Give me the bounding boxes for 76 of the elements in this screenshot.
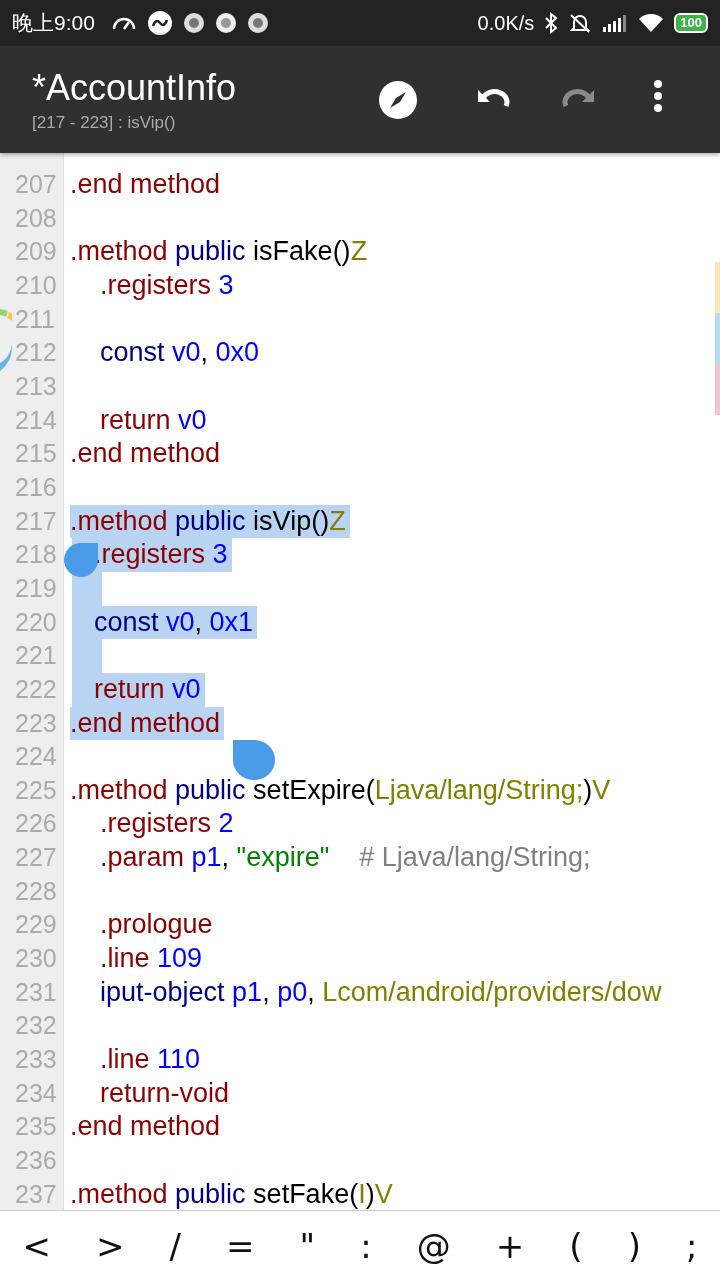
- app-notification-icon: [214, 12, 237, 34]
- line-number: 212: [14, 337, 58, 369]
- code-line: .method public setFake(I)V: [70, 1177, 393, 1210]
- line-number: 209: [14, 236, 58, 268]
- clock-time: 晚上9:00: [12, 10, 95, 36]
- selection-handle[interactable]: [233, 740, 275, 780]
- symbol-key[interactable]: <: [16, 1226, 57, 1266]
- code-line: .line 109: [99, 942, 203, 976]
- symbol-key[interactable]: ": [293, 1226, 322, 1266]
- line-number: 217: [14, 505, 58, 537]
- code-line: .line 110: [99, 1043, 201, 1077]
- app-notification-icon: [182, 12, 205, 34]
- line-number: 230: [14, 943, 58, 975]
- symbol-key[interactable]: ;: [679, 1226, 704, 1266]
- line-number: 211: [14, 303, 56, 335]
- bluetooth-icon: [544, 12, 559, 34]
- line-number: 227: [14, 842, 58, 874]
- symbol-key[interactable]: :: [354, 1226, 378, 1266]
- line-number: 221: [14, 640, 58, 672]
- selection-handle[interactable]: [64, 543, 98, 577]
- code-line: .method public setExpire(Ljava/lang/String;)V: [70, 773, 611, 807]
- code-line: iput-object p1, p0, Lcom/android/providers/dow: [99, 975, 662, 1009]
- line-number: 228: [14, 875, 58, 907]
- wifi-icon: [638, 13, 665, 33]
- code-line: .end method: [70, 1110, 221, 1144]
- line-number: 226: [14, 808, 58, 840]
- symbol-key[interactable]: @: [410, 1226, 457, 1266]
- line-number: 236: [14, 1145, 58, 1177]
- code-line: return-void: [99, 1076, 230, 1110]
- line-number: 216: [14, 471, 58, 503]
- code-line: .prologue: [99, 908, 213, 942]
- code-line: return v0: [99, 403, 207, 437]
- symbol-key[interactable]: >: [90, 1226, 131, 1266]
- line-number: 234: [14, 1077, 58, 1109]
- app-notification-icon: [246, 12, 269, 34]
- line-number: 218: [14, 539, 58, 571]
- line-number: 207: [14, 169, 58, 200]
- line-number: 232: [14, 1010, 58, 1042]
- line-number: 231: [14, 976, 58, 1008]
- code-line: .param p1, "expire" # Ljava/lang/String;: [99, 841, 591, 875]
- line-number: 213: [14, 370, 58, 402]
- line-number: 224: [14, 741, 58, 773]
- more-icon: [654, 79, 662, 112]
- line-number: 225: [14, 774, 58, 806]
- signal-icon: [602, 13, 629, 33]
- compass-button[interactable]: [378, 79, 418, 120]
- symbol-key[interactable]: +: [489, 1226, 531, 1266]
- selection-range: [217 - 223] : isVip(): [32, 112, 177, 133]
- line-number: 229: [14, 909, 58, 941]
- line-number: 233: [14, 1044, 58, 1076]
- line-number: 208: [14, 202, 58, 234]
- network-speed: 0.0K/s: [477, 11, 535, 35]
- line-number: 235: [14, 1111, 58, 1143]
- line-number: 219: [14, 572, 58, 604]
- battery-indicator: 100: [674, 13, 708, 33]
- symbol-key[interactable]: /: [163, 1226, 188, 1266]
- line-number: 223: [14, 707, 58, 739]
- line-number: 210: [14, 269, 58, 301]
- muted-bell-icon: [568, 12, 593, 34]
- line-number: 222: [14, 673, 58, 705]
- line-number: 220: [14, 606, 58, 638]
- code-line: .registers 2: [99, 807, 234, 841]
- app-notification-icon: [146, 10, 173, 36]
- code-line: .method public isFake()Z: [70, 235, 368, 269]
- symbol-key[interactable]: ): [621, 1226, 647, 1266]
- code-line: .registers 3: [99, 268, 234, 302]
- code-line: .end method: [70, 168, 221, 201]
- symbol-key[interactable]: (: [563, 1226, 589, 1266]
- symbol-key[interactable]: =: [220, 1226, 261, 1266]
- compass-icon: [378, 79, 418, 120]
- code-line: const v0, 0x0: [99, 336, 260, 370]
- line-number: 214: [14, 404, 58, 436]
- code-line: .end method: [70, 437, 221, 471]
- line-number: 215: [14, 438, 58, 470]
- line-number: 237: [14, 1178, 58, 1210]
- file-title: *AccountInfo: [32, 66, 238, 109]
